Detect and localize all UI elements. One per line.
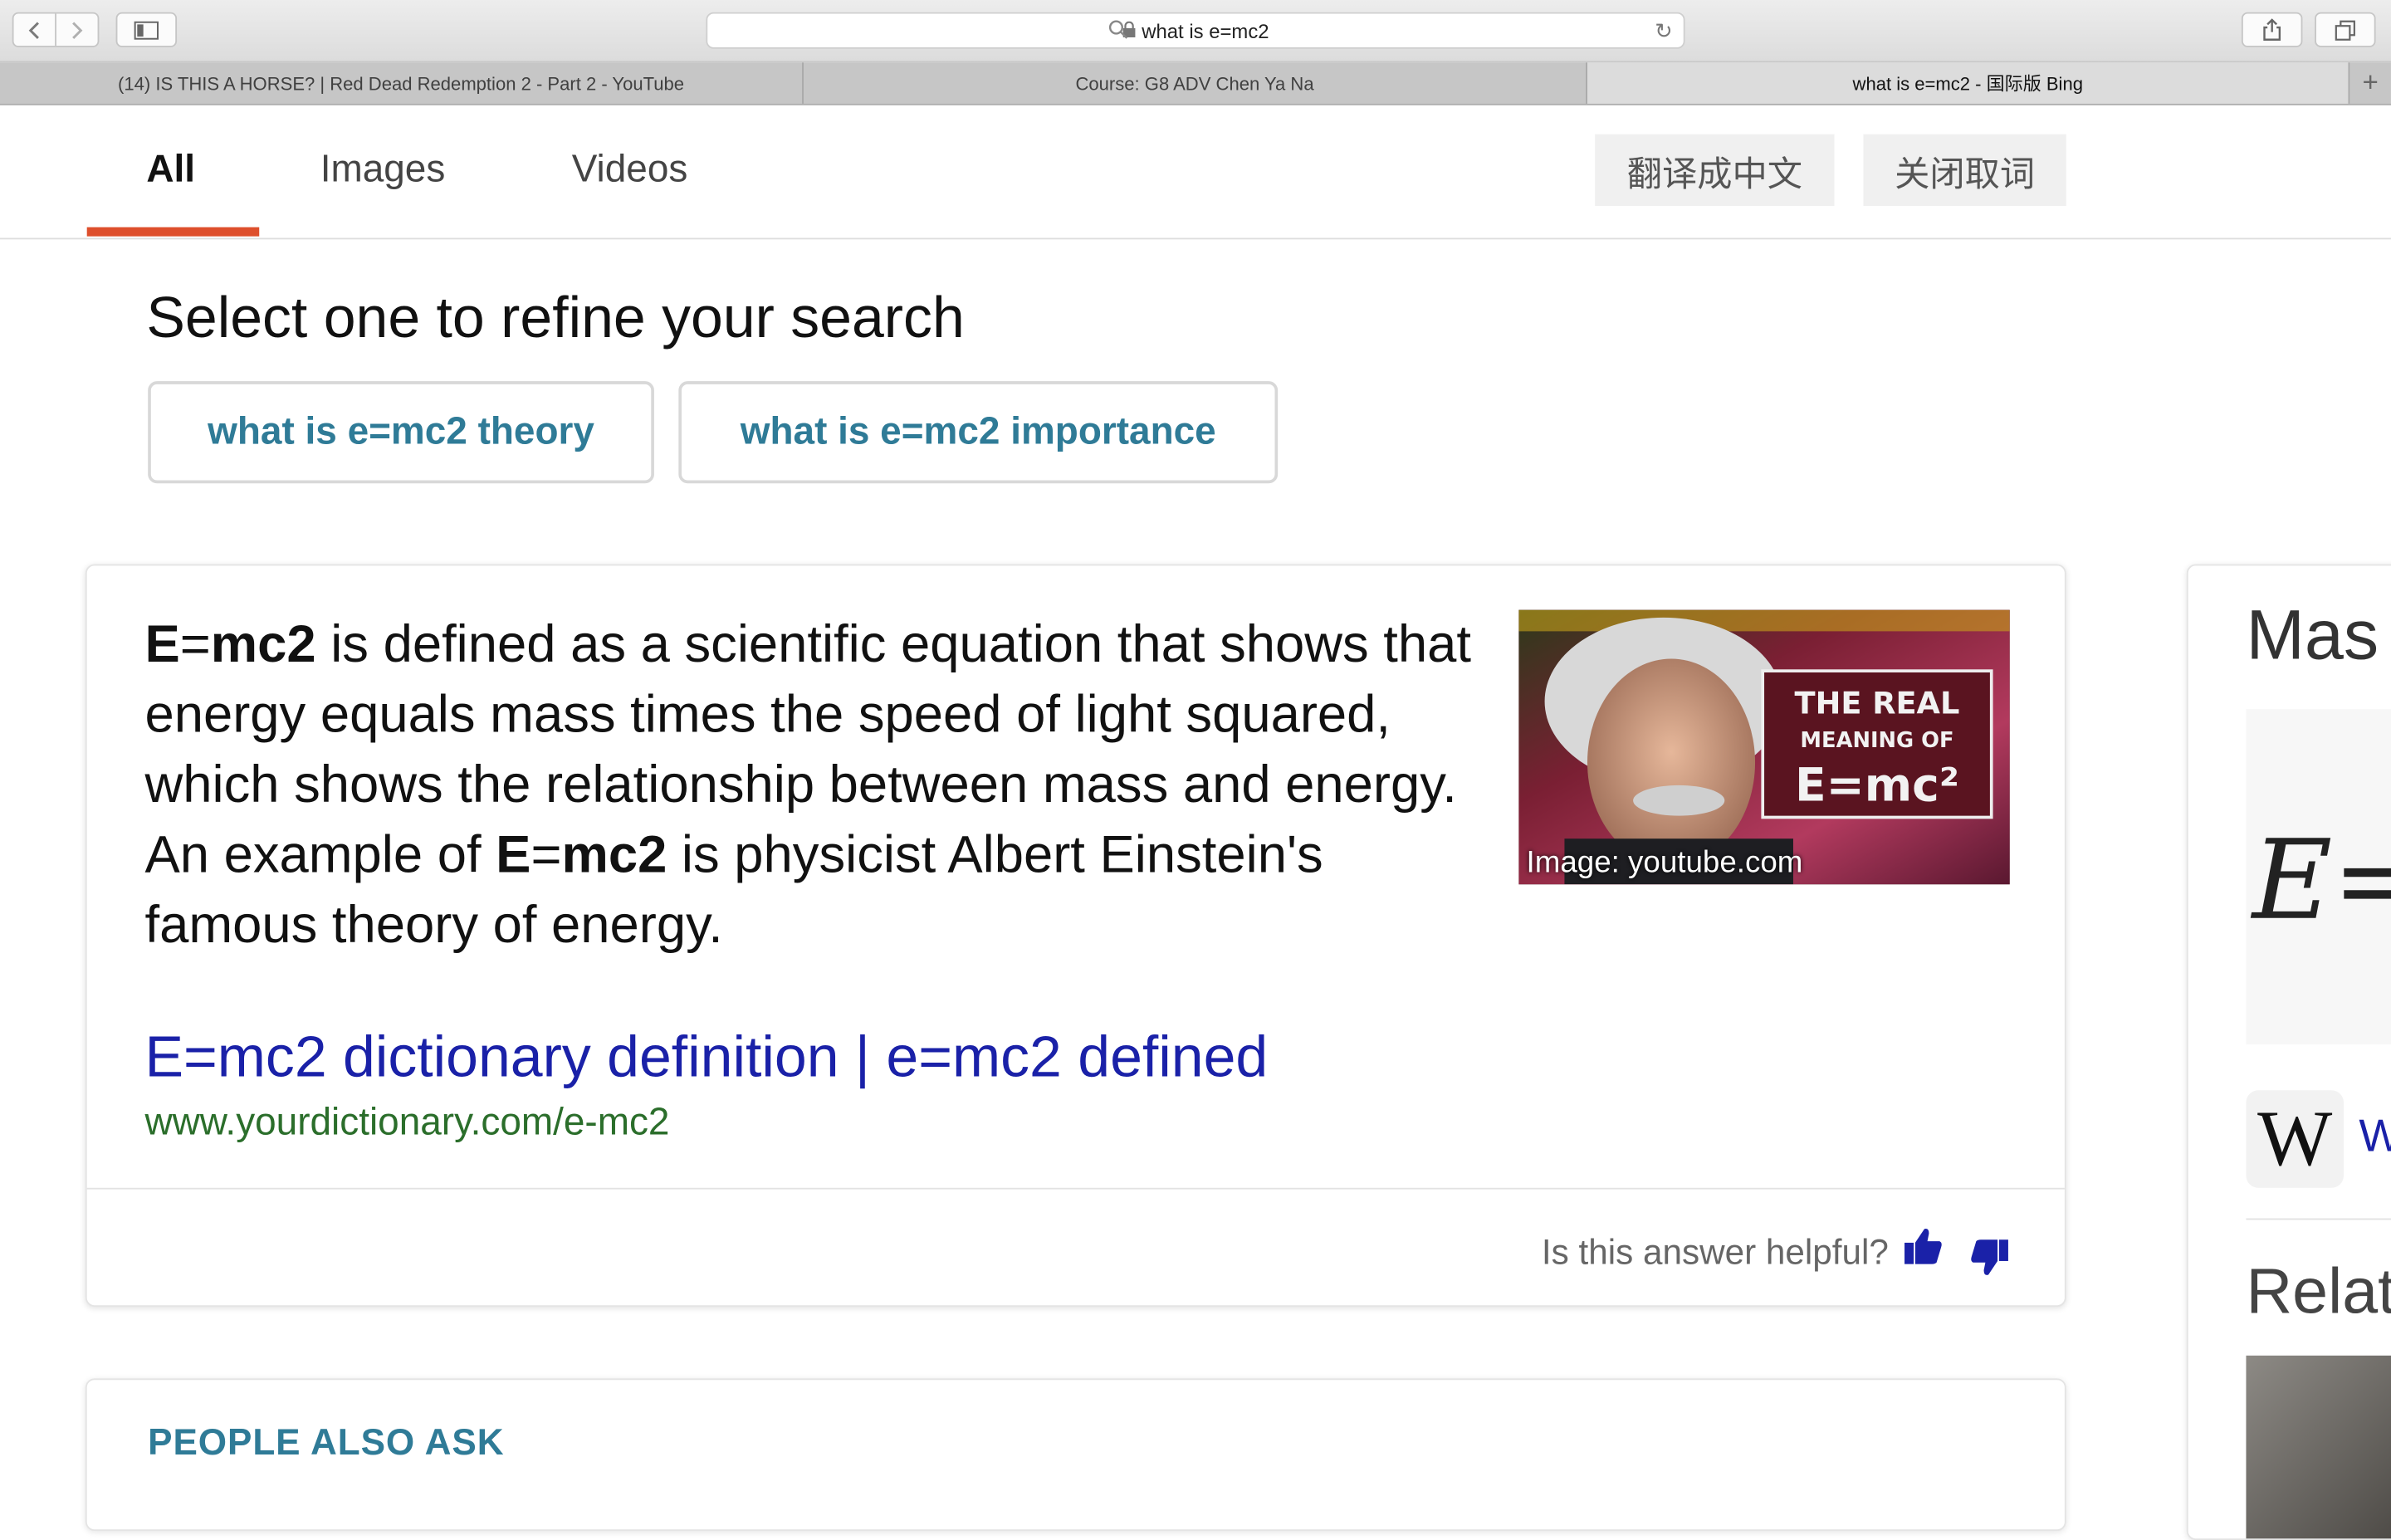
translate-button[interactable]: 翻译成中文	[1595, 134, 1835, 206]
tab-course[interactable]: Course: G8 ADV Chen Ya Na	[804, 62, 1588, 104]
thumb-text-1: THE REAL	[1795, 686, 1960, 721]
answer-text: E=mc2 is defined as a scientific equatio…	[144, 610, 1471, 961]
thumbs-up-icon[interactable]	[1901, 1225, 1944, 1275]
answer-image[interactable]: THE REAL MEANING OF E=mc² Image: youtube…	[1518, 609, 2010, 885]
answer-equals: =	[531, 826, 562, 885]
answer-term: E	[496, 826, 531, 885]
tabs-overview-icon	[2335, 19, 2355, 40]
chevron-left-icon	[27, 21, 39, 39]
card-divider	[86, 1187, 2065, 1190]
refine-title: Select one to refine your search	[146, 286, 965, 351]
image-caption: Image: youtube.com	[1526, 846, 1803, 880]
entity-title: Mas	[2246, 594, 2379, 674]
sidebar-icon	[134, 20, 159, 39]
show-tabs-button[interactable]	[2315, 12, 2376, 47]
share-button[interactable]	[2241, 12, 2303, 47]
tab-all[interactable]: All	[146, 148, 195, 192]
entity-panel: Mas E= W W Relat	[2186, 564, 2391, 1540]
tab-bar: (14) IS THIS A HORSE? | Red Dead Redempt…	[0, 62, 2391, 105]
panel-divider	[2246, 1218, 2391, 1220]
share-icon	[2263, 18, 2281, 41]
thumb-text-3: E=mc²	[1795, 758, 1959, 811]
answer-term: E	[144, 616, 180, 674]
back-button[interactable]	[14, 14, 56, 46]
new-tab-button[interactable]: +	[2349, 62, 2391, 104]
people-also-ask-card: PEOPLE ALSO ASK	[85, 1378, 2066, 1532]
answer-equals: =	[179, 616, 211, 674]
helpful-prompt: Is this answer helpful?	[1541, 1232, 1889, 1272]
browser-toolbar: what is e=mc2 ↻	[0, 0, 2391, 63]
scope-nav: All Images Videos 翻译成中文 关闭取词	[0, 105, 2391, 240]
address-bar[interactable]: what is e=mc2 ↻	[706, 12, 1685, 49]
wikipedia-link[interactable]: W	[2359, 1112, 2391, 1163]
sidebar-toggle-button[interactable]	[115, 12, 178, 47]
search-icon	[1108, 20, 1128, 44]
wikipedia-icon[interactable]: W	[2246, 1090, 2345, 1188]
people-also-ask-heading: PEOPLE ALSO ASK	[148, 1422, 505, 1464]
tab-label: Course: G8 ADV Chen Ya Na	[1075, 72, 1314, 94]
related-person-image[interactable]	[2246, 1355, 2391, 1539]
einstein-thumbnail: THE REAL MEANING OF E=mc²	[1518, 609, 2010, 885]
tab-images[interactable]: Images	[320, 148, 446, 192]
answer-term: mc2	[561, 826, 667, 885]
forward-button[interactable]	[56, 14, 98, 46]
answer-card: E=mc2 is defined as a scientific equatio…	[85, 564, 2066, 1308]
reload-icon[interactable]: ↻	[1655, 18, 1673, 44]
refine-chip-theory[interactable]: what is e=mc2 theory	[148, 381, 654, 484]
tab-bing[interactable]: what is e=mc2 - 国际版 Bing	[1587, 62, 2350, 104]
url-text: what is e=mc2	[1142, 18, 1269, 42]
refine-chip-importance[interactable]: what is e=mc2 importance	[678, 381, 1279, 484]
formula-image[interactable]: E=	[2246, 709, 2391, 1045]
formula-text: E=	[2252, 815, 2391, 944]
close-lookup-button[interactable]: 关闭取词	[1863, 134, 2066, 206]
thumb-text-2: MEANING OF	[1800, 728, 1953, 753]
source-url: www.yourdictionary.com/e-mc2	[144, 1101, 670, 1144]
tab-label: what is e=mc2 - 国际版 Bing	[1852, 73, 2083, 95]
tab-videos[interactable]: Videos	[572, 148, 688, 192]
active-tab-indicator	[86, 227, 260, 237]
answer-term: mc2	[210, 616, 316, 674]
source-link[interactable]: E=mc2 dictionary definition | e=mc2 defi…	[144, 1026, 1268, 1092]
related-heading: Relat	[2246, 1254, 2391, 1327]
history-nav	[12, 12, 100, 47]
tab-youtube[interactable]: (14) IS THIS A HORSE? | Red Dead Redempt…	[0, 62, 804, 104]
thumbs-down-icon[interactable]	[1968, 1237, 2011, 1288]
chevron-right-icon	[73, 21, 84, 39]
tab-label: (14) IS THIS A HORSE? | Red Dead Redempt…	[118, 72, 685, 94]
